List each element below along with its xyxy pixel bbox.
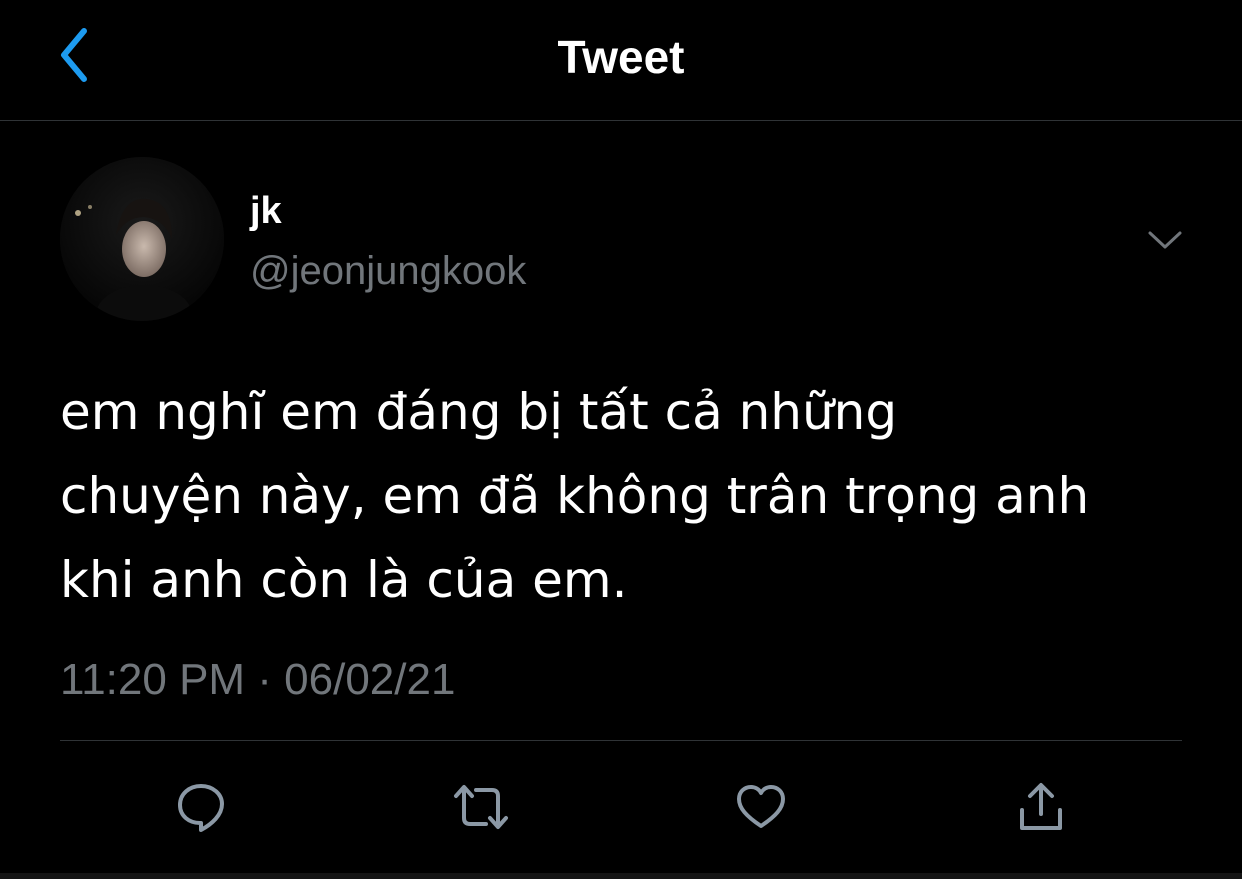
reply-button[interactable] bbox=[170, 776, 232, 838]
header-bar: Tweet bbox=[0, 0, 1242, 121]
avatar[interactable] bbox=[60, 157, 224, 321]
share-icon bbox=[1020, 783, 1062, 830]
chevron-down-icon bbox=[1148, 231, 1182, 249]
author-display-name[interactable]: jk bbox=[250, 188, 282, 234]
like-icon bbox=[737, 785, 785, 828]
reply-icon bbox=[178, 784, 224, 832]
avatar-image bbox=[60, 157, 224, 321]
divider bbox=[60, 740, 1182, 741]
like-button[interactable] bbox=[730, 776, 792, 838]
tweet-menu-button[interactable] bbox=[1138, 220, 1192, 260]
retweet-icon bbox=[454, 785, 508, 829]
author-handle[interactable]: @jeonjungkook bbox=[250, 246, 526, 296]
share-button[interactable] bbox=[1010, 776, 1072, 838]
toolbar-divider bbox=[0, 873, 1242, 879]
page-title: Tweet bbox=[557, 31, 685, 83]
tweet-timestamp[interactable]: 11:20 PM · 06/02/21 bbox=[60, 652, 455, 708]
tweet-text: em nghĩ em đáng bị tất cả những chuyện n… bbox=[60, 383, 1090, 609]
retweet-button[interactable] bbox=[450, 776, 512, 838]
